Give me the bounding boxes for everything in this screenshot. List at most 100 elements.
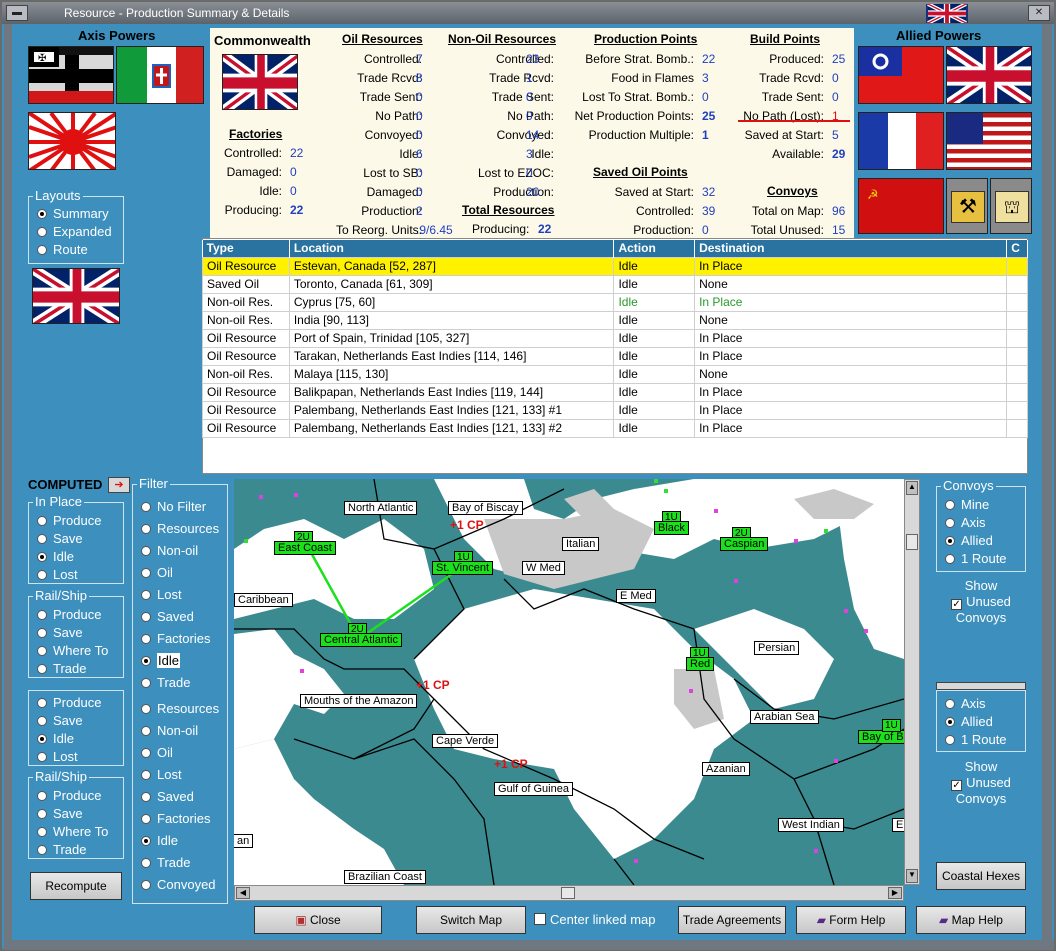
table-row[interactable]: Oil Resource Estevan, Canada [52, 287] Idl… bbox=[202, 256, 1028, 276]
sea-partial-left[interactable]: an bbox=[234, 834, 254, 848]
column-header-destination[interactable]: Destination bbox=[694, 240, 1008, 257]
column-header-c[interactable]: C bbox=[1006, 240, 1028, 257]
sea-w-med[interactable]: W Med bbox=[522, 561, 565, 575]
filter-idle-radio[interactable]: Idle bbox=[141, 653, 180, 668]
filter-no-filter-radio[interactable]: No Filter bbox=[141, 499, 206, 514]
in-place2-lost-radio[interactable]: Lost bbox=[37, 749, 78, 764]
convoys-allied-radio[interactable]: Allied bbox=[945, 533, 993, 548]
in-place2-produce-radio[interactable]: Produce bbox=[37, 695, 101, 710]
convoys2-axis-radio[interactable]: Axis bbox=[945, 696, 986, 711]
vertical-scroll-thumb[interactable] bbox=[906, 534, 918, 550]
convoys-mine-radio[interactable]: Mine bbox=[945, 497, 989, 512]
rail-ship2-trade-radio[interactable]: Trade bbox=[37, 842, 86, 857]
sea-e-med[interactable]: E Med bbox=[616, 589, 656, 603]
scroll-right-icon[interactable]: ▶ bbox=[888, 887, 902, 899]
sea-mouths-of-amazon[interactable]: Mouths of the Amazon bbox=[300, 694, 418, 708]
sea-italian[interactable]: Italian bbox=[562, 537, 600, 551]
filter2-factories-radio[interactable]: Factories bbox=[141, 811, 210, 826]
scroll-down-icon[interactable]: ▼ bbox=[906, 869, 918, 883]
sea-north-atlantic[interactable]: North Atlantic bbox=[344, 501, 418, 515]
filter-resources-radio[interactable]: Resources bbox=[141, 521, 219, 536]
table-row[interactable]: Oil Resource Palembang, Netherlands East … bbox=[202, 418, 1028, 438]
filter2-resources-radio[interactable]: Resources bbox=[141, 701, 219, 716]
hammer-pick-icon[interactable]: ⚒ bbox=[946, 178, 988, 234]
rail-ship-where-to-radio[interactable]: Where To bbox=[37, 643, 108, 658]
table-row[interactable]: Non-oil Res. Cyprus [75, 60] Idle In Place bbox=[202, 292, 1028, 312]
filter-saved-radio[interactable]: Saved bbox=[141, 609, 194, 624]
sea-bay-of-bengal-partial[interactable]: Bay of B bbox=[858, 730, 904, 744]
sea-bay-of-biscay[interactable]: Bay of Biscay bbox=[448, 501, 523, 515]
rail-ship2-produce-radio[interactable]: Produce bbox=[37, 788, 101, 803]
table-row[interactable]: Saved Oil Toronto, Canada [61, 309] Idle No… bbox=[202, 274, 1028, 294]
computed-arrow-button[interactable]: ➔ bbox=[108, 477, 130, 493]
filter2-idle-radio[interactable]: Idle bbox=[141, 833, 178, 848]
convoy-red[interactable]: Red bbox=[686, 657, 715, 671]
filter-trade-radio[interactable]: Trade bbox=[141, 675, 190, 690]
close-window-icon[interactable]: ✕ bbox=[1028, 5, 1050, 21]
column-header-type[interactable]: Type bbox=[202, 240, 290, 257]
sea-arabian-sea[interactable]: Arabian Sea bbox=[750, 710, 819, 724]
sea-gulf-of-guinea[interactable]: Gulf of Guinea bbox=[494, 782, 573, 796]
rail-ship-produce-radio[interactable]: Produce bbox=[37, 607, 101, 622]
convoys-axis-radio[interactable]: Axis bbox=[945, 515, 986, 530]
table-row[interactable]: Oil Resource Tarakan, Netherlands East In… bbox=[202, 346, 1028, 366]
rail-ship2-save-radio[interactable]: Save bbox=[37, 806, 83, 821]
table-row[interactable]: Oil Resource Port of Spain, Trinidad [105… bbox=[202, 328, 1028, 348]
in-place-idle-radio[interactable]: Idle bbox=[37, 549, 74, 564]
filter-non-oil-radio[interactable]: Non-oil bbox=[141, 543, 198, 558]
horizontal-scroll-thumb[interactable] bbox=[561, 887, 575, 899]
germany-flag[interactable]: ✠ bbox=[28, 46, 114, 104]
filter2-oil-radio[interactable]: Oil bbox=[141, 745, 173, 760]
map-help-button[interactable]: ▰ Map Help bbox=[916, 906, 1026, 934]
convoys2-1-route-radio[interactable]: 1 Route bbox=[945, 732, 1007, 747]
sea-caribbean[interactable]: Caribbean bbox=[234, 593, 293, 607]
ussr-flag[interactable]: ☭ bbox=[858, 178, 944, 234]
filter2-saved-radio[interactable]: Saved bbox=[141, 789, 194, 804]
in-place-produce-radio[interactable]: Produce bbox=[37, 513, 101, 528]
show-unused-convoys-2[interactable]: Show ✓ Unused Convoys bbox=[936, 759, 1026, 807]
column-header-location[interactable]: Location bbox=[289, 240, 615, 257]
form-help-button[interactable]: ▰ Form Help bbox=[796, 906, 906, 934]
scroll-up-icon[interactable]: ▲ bbox=[906, 481, 918, 495]
sea-cape-verde[interactable]: Cape Verde bbox=[432, 734, 499, 748]
convoy-st-vincent[interactable]: St. Vincent bbox=[432, 561, 493, 575]
rail-ship2-where-to-radio[interactable]: Where To bbox=[37, 824, 108, 839]
filter-lost-radio[interactable]: Lost bbox=[141, 587, 182, 602]
close-button[interactable]: ▣ Close bbox=[254, 906, 382, 934]
recompute-button[interactable]: Recompute bbox=[30, 872, 122, 900]
filter2-trade-radio[interactable]: Trade bbox=[141, 855, 190, 870]
layout-expanded-radio[interactable]: Expanded bbox=[37, 224, 112, 239]
map-vertical-scrollbar[interactable]: ▲ ▼ bbox=[904, 479, 920, 885]
filter2-lost-radio[interactable]: Lost bbox=[141, 767, 182, 782]
uk-flag[interactable] bbox=[946, 46, 1032, 104]
table-row[interactable]: Oil Resource Palembang, Netherlands East … bbox=[202, 400, 1028, 420]
convoys2-allied-radio[interactable]: Allied bbox=[945, 714, 993, 729]
in-place2-save-radio[interactable]: Save bbox=[37, 713, 83, 728]
table-row[interactable]: Non-oil Res. Malaya [115, 130] Idle None bbox=[202, 364, 1028, 384]
sea-brazilian-coast[interactable]: Brazilian Coast bbox=[344, 870, 426, 884]
layout-route-radio[interactable]: Route bbox=[37, 242, 88, 257]
japan-flag[interactable] bbox=[28, 112, 116, 170]
france-flag[interactable] bbox=[858, 112, 944, 170]
scroll-left-icon[interactable]: ◀ bbox=[236, 887, 250, 899]
filter-factories-radio[interactable]: Factories bbox=[141, 631, 210, 646]
convoy-black[interactable]: Black bbox=[654, 521, 689, 535]
system-menu-icon[interactable]: ▬ bbox=[6, 5, 28, 21]
layout-summary-radio[interactable]: Summary bbox=[37, 206, 109, 221]
china-flag[interactable] bbox=[858, 46, 944, 104]
convoys-collapsed-header[interactable] bbox=[936, 682, 1026, 690]
column-header-action[interactable]: Action bbox=[613, 240, 696, 257]
map-horizontal-scrollbar[interactable]: ◀ ▶ bbox=[234, 885, 904, 901]
sea-azanian[interactable]: Azanian bbox=[702, 762, 750, 776]
switch-map-button[interactable]: Switch Map bbox=[416, 906, 526, 934]
selected-nation-flag[interactable] bbox=[32, 268, 120, 324]
trade-agreements-button[interactable]: Trade Agreements bbox=[678, 906, 786, 934]
convoy-caspian[interactable]: Caspian bbox=[720, 537, 769, 551]
rail-ship-trade-radio[interactable]: Trade bbox=[37, 661, 86, 676]
sea-persian[interactable]: Persian bbox=[754, 641, 800, 655]
sea-west-indian[interactable]: West Indian bbox=[778, 818, 844, 832]
center-linked-map-checkbox[interactable]: Center linked map bbox=[534, 912, 656, 927]
rail-ship-save-radio[interactable]: Save bbox=[37, 625, 83, 640]
in-place-lost-radio[interactable]: Lost bbox=[37, 567, 78, 582]
filter2-non-oil-radio[interactable]: Non-oil bbox=[141, 723, 198, 738]
